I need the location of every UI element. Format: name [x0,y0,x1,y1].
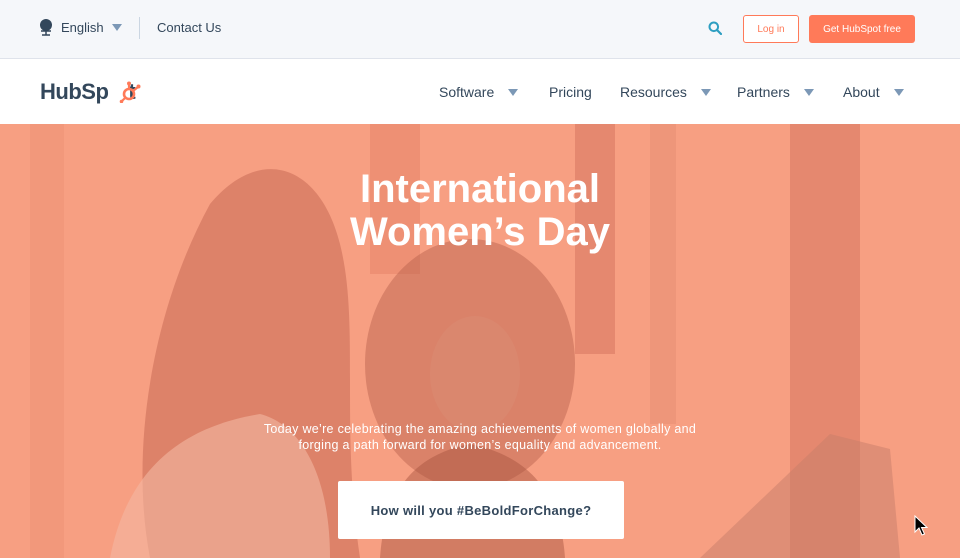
nav-item-partners[interactable]: Partners [737,84,814,100]
hubspot-logo[interactable]: HubSp t [40,79,141,105]
logo-wordmark-part1: HubSp [40,79,109,104]
login-button[interactable]: Log in [743,15,799,43]
hero-title: International Women’s Day [0,168,960,254]
hero-title-line2: Women’s Day [349,210,611,254]
mouse-cursor [914,515,928,536]
sprocket-icon [119,81,141,103]
globe-icon [40,19,52,36]
utility-divider [139,17,140,39]
language-selector[interactable]: English [61,20,104,35]
nav-item-label: About [843,84,880,100]
nav-item-label: Pricing [549,84,592,100]
hero-subtitle-line2: forging a path forward for women’s equal… [298,438,662,452]
be-bold-for-change-button[interactable]: How will you #BeBoldForChange? [338,481,624,539]
hero-subtitle-line1: Today we’re celebrating the amazing achi… [263,422,697,436]
chevron-down-icon[interactable] [112,24,122,31]
chevron-down-icon [893,88,904,96]
nav-item-pricing[interactable]: Pricing [549,84,592,100]
hero-subtitle: Today we’re celebrating the amazing achi… [0,421,960,453]
contact-us-link[interactable]: Contact Us [157,20,221,35]
nav-item-resources[interactable]: Resources [620,84,711,100]
nav-item-software[interactable]: Software [439,84,519,100]
utility-bar: English Contact Us Log in Get HubSpot fr… [0,0,960,59]
chevron-down-icon [803,88,814,96]
hero-banner: International Women’s Day Today we’re ce… [0,124,960,558]
main-navigation: HubSp t Software Pricing Resources Partne… [0,60,960,124]
nav-item-label: Software [439,84,495,100]
nav-item-label: Partners [737,84,790,100]
get-hubspot-free-button[interactable]: Get HubSpot free [809,15,915,43]
nav-item-label: Resources [620,84,687,100]
hero-title-line1: International [359,167,601,211]
chevron-down-icon [700,88,711,96]
nav-item-about[interactable]: About [843,84,904,100]
search-icon[interactable] [708,21,722,35]
chevron-down-icon [508,88,519,96]
